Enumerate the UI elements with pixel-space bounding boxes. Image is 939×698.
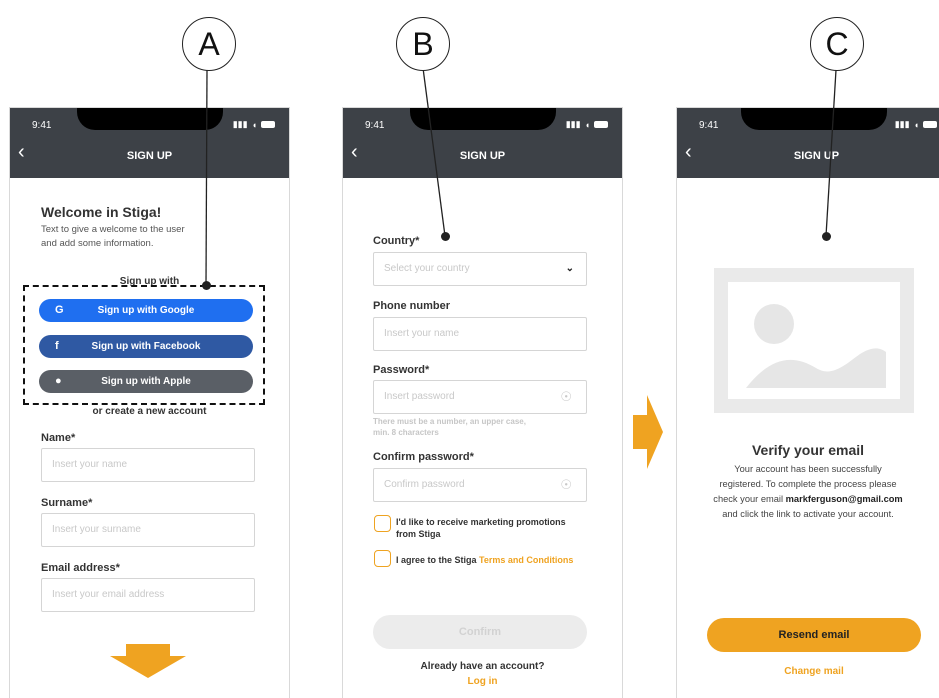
callout-dot-a — [202, 281, 211, 290]
callout-dot-c — [822, 232, 831, 241]
callout-lines — [205, 67, 837, 286]
marker-c: C — [810, 17, 864, 71]
marker-b: B — [396, 17, 450, 71]
marker-a: A — [182, 17, 236, 71]
callout-dot-b — [441, 232, 450, 241]
